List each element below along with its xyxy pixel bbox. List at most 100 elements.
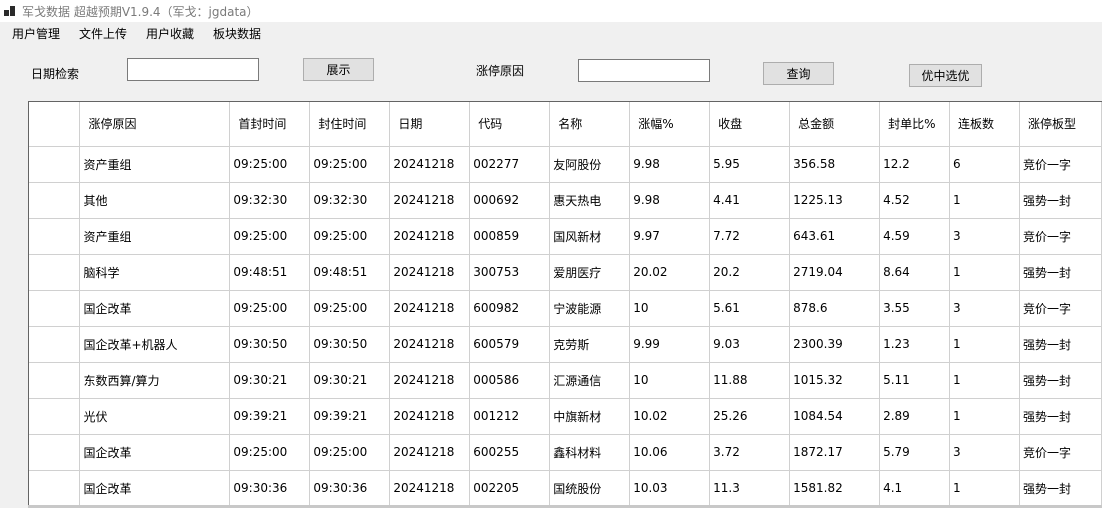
table-cell[interactable]: 友阿股份 xyxy=(549,146,631,183)
table-cell[interactable]: 4.41 xyxy=(709,182,791,219)
table-cell[interactable]: 1225.13 xyxy=(789,182,881,219)
column-header[interactable]: 封单比% xyxy=(879,102,951,147)
table-cell[interactable]: 竞价一字 xyxy=(1019,434,1102,471)
table-cell[interactable]: 09:48:51 xyxy=(309,254,391,291)
table-cell[interactable]: 09:48:51 xyxy=(229,254,311,291)
table-cell[interactable]: 09:30:36 xyxy=(309,470,391,507)
table-cell[interactable]: 09:32:30 xyxy=(309,182,391,219)
table-cell[interactable]: 1015.32 xyxy=(789,362,881,399)
table-cell[interactable]: 5.11 xyxy=(879,362,951,399)
table-cell[interactable]: 1.23 xyxy=(879,326,951,363)
table-row[interactable]: 国企改革 09:25:00 09:25:00 20241218 600255 鑫科材料 10… xyxy=(29,434,1102,471)
table-row[interactable]: 脑科学 09:48:51 09:48:51 20241218 300753 爱朋医疗 20.… xyxy=(29,254,1102,291)
table-cell[interactable]: 1872.17 xyxy=(789,434,881,471)
query-button[interactable]: 查询 xyxy=(763,62,834,85)
table-cell[interactable]: 09:25:00 xyxy=(229,434,311,471)
column-header[interactable]: 涨停板型 xyxy=(1019,102,1102,147)
table-cell[interactable]: 7.72 xyxy=(709,218,791,255)
table-cell[interactable]: 5.61 xyxy=(709,290,791,327)
column-header[interactable]: 收盘 xyxy=(709,102,791,147)
table-cell[interactable]: 09:30:21 xyxy=(229,362,311,399)
row-header[interactable] xyxy=(29,326,81,363)
menu-file-upload[interactable]: 文件上传 xyxy=(73,23,133,45)
table-cell[interactable]: 300753 xyxy=(469,254,551,291)
table-cell[interactable]: 20241218 xyxy=(389,398,471,435)
table-cell[interactable]: 东数西算/算力 xyxy=(79,362,231,399)
table-cell[interactable]: 惠天热电 xyxy=(549,182,631,219)
table-cell[interactable]: 宁波能源 xyxy=(549,290,631,327)
table-cell[interactable]: 09:30:50 xyxy=(309,326,391,363)
table-cell[interactable]: 09:25:00 xyxy=(229,218,311,255)
table-cell[interactable]: 09:25:00 xyxy=(309,218,391,255)
table-cell[interactable]: 001212 xyxy=(469,398,551,435)
table-cell[interactable]: 鑫科材料 xyxy=(549,434,631,471)
table-cell[interactable]: 2300.39 xyxy=(789,326,881,363)
table-row[interactable]: 资产重组 09:25:00 09:25:00 20241218 002277 友阿股份 9.… xyxy=(29,146,1102,183)
table-cell[interactable]: 000692 xyxy=(469,182,551,219)
table-cell[interactable]: 强势一封 xyxy=(1019,470,1102,507)
table-cell[interactable]: 09:25:00 xyxy=(309,434,391,471)
column-header[interactable]: 连板数 xyxy=(949,102,1020,147)
table-cell[interactable]: 1581.82 xyxy=(789,470,881,507)
table-cell[interactable]: 1 xyxy=(949,254,1020,291)
table-cell[interactable]: 10 xyxy=(629,362,711,399)
table-cell[interactable]: 20.2 xyxy=(709,254,791,291)
row-header[interactable] xyxy=(29,434,81,471)
table-cell[interactable]: 09:25:00 xyxy=(229,146,311,183)
table-cell[interactable]: 强势一封 xyxy=(1019,398,1102,435)
row-header[interactable] xyxy=(29,398,81,435)
table-row[interactable]: 国企改革 09:30:36 09:30:36 20241218 002205 国统股份 10… xyxy=(29,470,1102,507)
column-header[interactable]: 涨停原因 xyxy=(79,102,231,147)
column-header[interactable]: 日期 xyxy=(389,102,471,147)
table-cell[interactable]: 10 xyxy=(629,290,711,327)
table-cell[interactable]: 3.72 xyxy=(709,434,791,471)
table-cell[interactable]: 5.95 xyxy=(709,146,791,183)
table-cell[interactable]: 克劳斯 xyxy=(549,326,631,363)
table-cell[interactable]: 09:25:00 xyxy=(309,146,391,183)
row-header[interactable] xyxy=(29,182,81,219)
table-row[interactable]: 国企改革+机器人 09:30:50 09:30:50 20241218 600579 克劳… xyxy=(29,326,1102,363)
table-cell[interactable]: 其他 xyxy=(79,182,231,219)
menu-user-management[interactable]: 用户管理 xyxy=(6,23,66,45)
table-cell[interactable]: 11.88 xyxy=(709,362,791,399)
table-cell[interactable]: 1 xyxy=(949,398,1020,435)
table-cell[interactable]: 09:25:00 xyxy=(229,290,311,327)
table-cell[interactable]: 2719.04 xyxy=(789,254,881,291)
table-cell[interactable]: 20241218 xyxy=(389,146,471,183)
table-cell[interactable]: 09:39:21 xyxy=(229,398,311,435)
table-cell[interactable]: 1 xyxy=(949,470,1020,507)
table-cell[interactable]: 国风新材 xyxy=(549,218,631,255)
table-cell[interactable]: 356.58 xyxy=(789,146,881,183)
table-cell[interactable]: 国企改革 xyxy=(79,470,231,507)
table-cell[interactable]: 6 xyxy=(949,146,1020,183)
table-cell[interactable]: 强势一封 xyxy=(1019,182,1102,219)
row-header[interactable] xyxy=(29,362,81,399)
row-header[interactable] xyxy=(29,254,81,291)
table-cell[interactable]: 20241218 xyxy=(389,254,471,291)
table-cell[interactable]: 5.79 xyxy=(879,434,951,471)
table-cell[interactable]: 脑科学 xyxy=(79,254,231,291)
menu-sector-data[interactable]: 板块数据 xyxy=(207,23,267,45)
table-cell[interactable]: 3.55 xyxy=(879,290,951,327)
table-row[interactable]: 光伏 09:39:21 09:39:21 20241218 001212 中旗新材 10.0… xyxy=(29,398,1102,435)
table-cell[interactable]: 002277 xyxy=(469,146,551,183)
table-row[interactable]: 东数西算/算力 09:30:21 09:30:21 20241218 000586 汇源通… xyxy=(29,362,1102,399)
table-cell[interactable]: 20241218 xyxy=(389,470,471,507)
table-cell[interactable]: 8.64 xyxy=(879,254,951,291)
row-header[interactable] xyxy=(29,290,81,327)
table-cell[interactable]: 20241218 xyxy=(389,326,471,363)
table-cell[interactable]: 09:32:30 xyxy=(229,182,311,219)
column-header[interactable]: 首封时间 xyxy=(229,102,311,147)
table-row[interactable]: 其他 09:32:30 09:32:30 20241218 000692 惠天热电 9.98… xyxy=(29,182,1102,219)
table-row[interactable]: 国企改革 09:25:00 09:25:00 20241218 600982 宁波能源 10… xyxy=(29,290,1102,327)
table-cell[interactable]: 002205 xyxy=(469,470,551,507)
table-cell[interactable]: 9.97 xyxy=(629,218,711,255)
column-header[interactable]: 代码 xyxy=(469,102,551,147)
table-cell[interactable]: 20241218 xyxy=(389,362,471,399)
table-cell[interactable]: 643.61 xyxy=(789,218,881,255)
table-cell[interactable]: 汇源通信 xyxy=(549,362,631,399)
table-cell[interactable]: 25.26 xyxy=(709,398,791,435)
table-cell[interactable]: 20241218 xyxy=(389,290,471,327)
table-cell[interactable]: 国企改革 xyxy=(79,434,231,471)
table-cell[interactable]: 4.59 xyxy=(879,218,951,255)
